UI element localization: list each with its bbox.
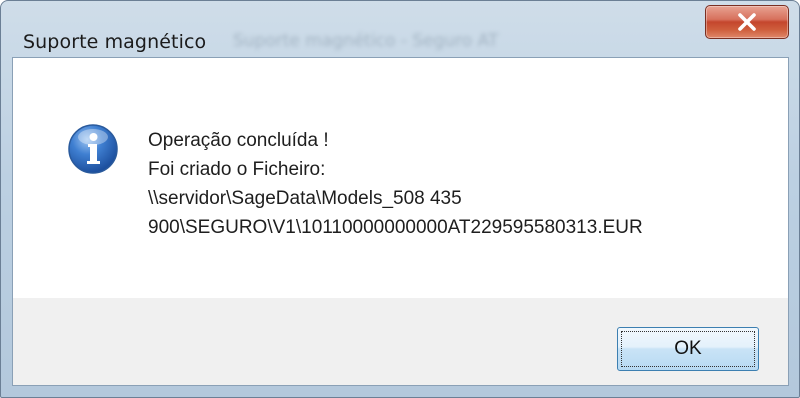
message-text: Operação concluída ! Foi criado o Fichei… [148, 126, 643, 242]
message-line: Foi criado o Ficheiro: [148, 159, 326, 180]
info-icon [68, 124, 118, 174]
title-bar[interactable]: Suporte magnético Suporte magnético - Se… [1, 1, 799, 57]
dialog-window: Suporte magnético Suporte magnético - Se… [0, 0, 800, 398]
close-icon [738, 13, 756, 31]
close-button[interactable] [705, 5, 789, 39]
message-line: 900\SEGURO\V1\10110000000000AT2295955803… [148, 217, 643, 238]
message-line: \\servidor\SageData\Models_508 435 [148, 188, 462, 209]
message-line: Operação concluída ! [148, 130, 329, 151]
ok-button[interactable]: OK [617, 327, 759, 371]
obscured-title-text: Suporte magnético - Seguro AT [233, 31, 499, 51]
message-area: Operação concluída ! Foi criado o Fichei… [13, 58, 788, 298]
dialog-body: Operação concluída ! Foi criado o Fichei… [12, 57, 789, 386]
window-title: Suporte magnético [23, 31, 207, 53]
